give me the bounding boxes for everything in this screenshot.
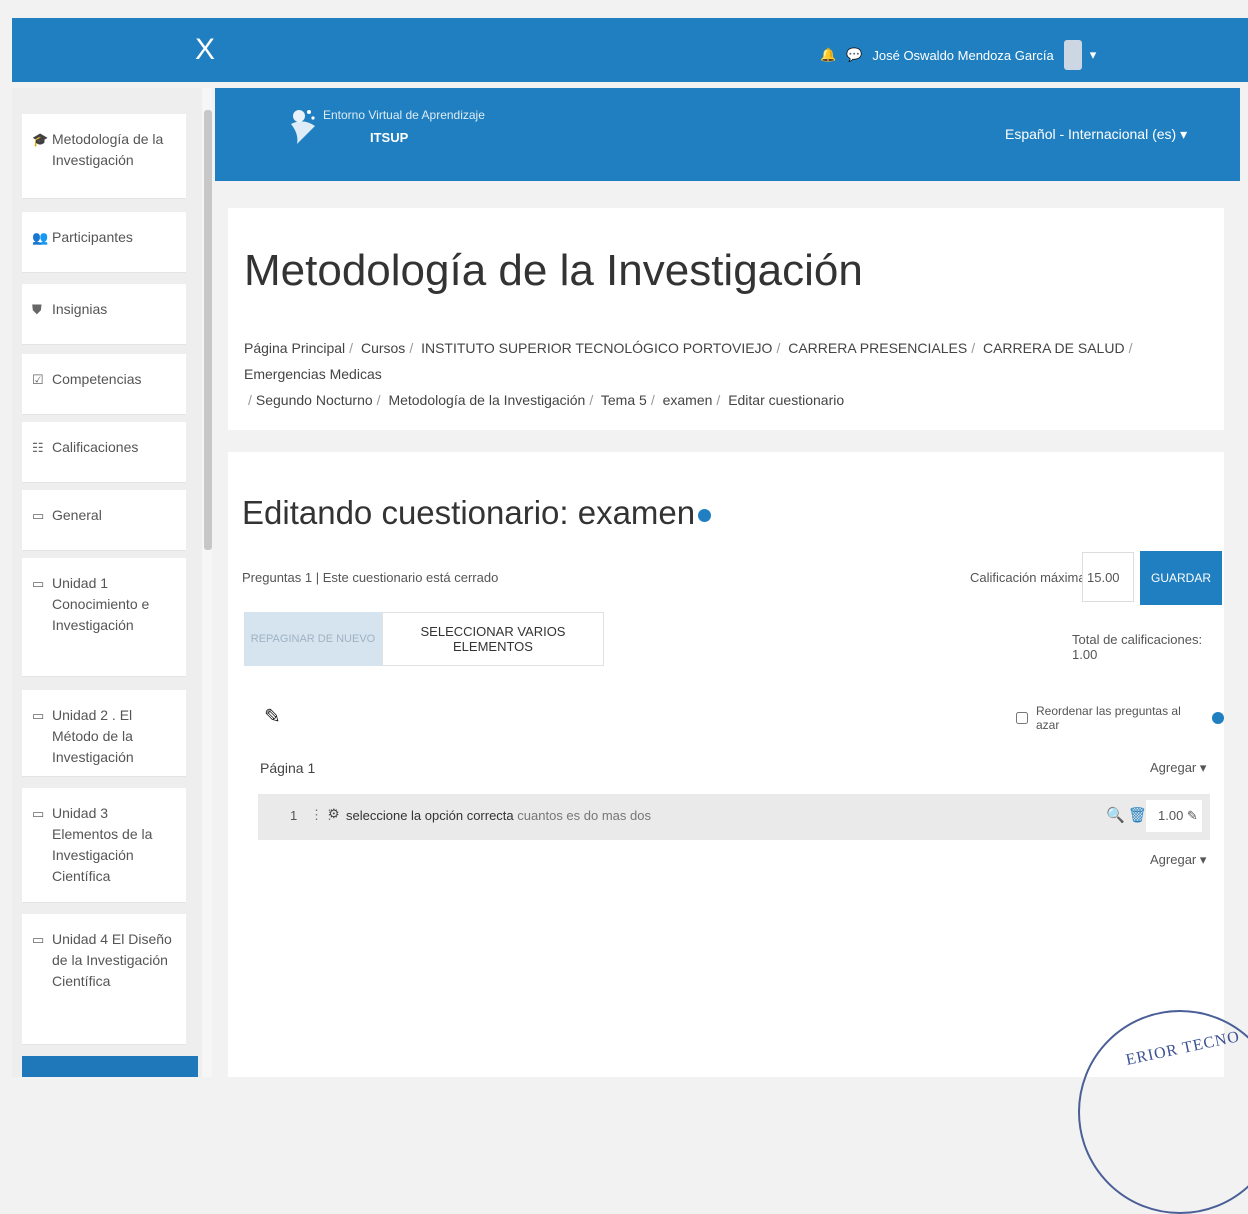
folder-icon: ▭ (32, 508, 45, 523)
users-icon: 👥 (32, 230, 49, 245)
sidebar-item-active[interactable] (22, 1056, 198, 1077)
question-body: cuantos es do mas dos (517, 808, 651, 823)
sidebar-item-label: Competencias (52, 371, 142, 387)
breadcrumb-item[interactable]: INSTITUTO SUPERIOR TECNOLÓGICO PORTOVIEJ… (421, 340, 772, 356)
sidebar-item-label: Unidad 3 Elementos de la Investigación C… (52, 805, 153, 884)
top-navbar: X 🔔 💬 José Oswaldo Mendoza García ▾ (12, 18, 1248, 82)
sidebar-item-label: General (52, 507, 102, 523)
sidebar-item-label: Unidad 2 . El Método de la Investigación (52, 707, 134, 765)
question-mark[interactable]: 1.00 ✎ (1146, 800, 1202, 832)
sidebar-item-badges[interactable]: ⛊ Insignias (22, 284, 186, 345)
checkmark-icon: ☑ (32, 372, 44, 387)
breadcrumb-item[interactable]: Metodología de la Investigación (388, 392, 585, 408)
site-logo-icon[interactable] (287, 106, 319, 146)
sidebar-item-label: Unidad 4 El Diseño de la Investigación C… (52, 931, 172, 989)
user-area: 🔔 💬 José Oswaldo Mendoza García ▾ (820, 40, 1096, 70)
sidebar-item-grades[interactable]: ☷ Calificaciones (22, 422, 186, 483)
breadcrumb-item[interactable]: Página Principal (244, 340, 345, 356)
breadcrumb-item[interactable]: Cursos (361, 340, 405, 356)
shield-icon: ⛊ (32, 302, 42, 317)
question-type-icon: ⚙ (328, 806, 340, 821)
help-icon[interactable] (698, 508, 712, 522)
repaginate-button: REPAGINAR DE NUEVO (244, 612, 382, 666)
breadcrumb-item[interactable]: Segundo Nocturno (256, 392, 373, 408)
question-mark-value: 1.00 (1158, 808, 1184, 823)
breadcrumb-item[interactable]: Tema 5 (601, 392, 647, 408)
question-name: seleccione la opción correcta (346, 808, 514, 823)
help-icon[interactable] (1212, 712, 1224, 724)
breadcrumb-item[interactable]: CARRERA DE SALUD (983, 340, 1125, 356)
sidebar-item-unit-3[interactable]: ▭ Unidad 3 Elementos de la Investigación… (22, 788, 186, 903)
question-text[interactable]: seleccione la opción correcta cuantos es… (346, 808, 651, 823)
notification-bell-icon[interactable]: 🔔 (820, 47, 836, 63)
delete-icon[interactable]: 🗑 (1128, 806, 1147, 824)
sidebar-item-label: Unidad 1 Conocimiento e Investigación (52, 575, 150, 633)
sidebar-item-label: Insignias (52, 301, 108, 317)
sidebar-item-label: Metodología de la Investigación (52, 131, 164, 168)
page-title: Metodología de la Investigación (244, 246, 863, 295)
question-row: 1 ⋮⋮ ⚙ seleccione la opción correcta cua… (258, 794, 1210, 840)
site-header: Entorno Virtual de Aprendizaje ITSUP Esp… (215, 88, 1240, 181)
quiz-status-info: Preguntas 1 | Este cuestionario está cer… (242, 570, 499, 585)
quiz-heading: Editando cuestionario: examen (242, 494, 712, 532)
sidebar-item-participants[interactable]: 👥 Participantes (22, 212, 186, 273)
breadcrumb-item: Editar cuestionario (728, 392, 845, 408)
add-menu-bottom[interactable]: Agregar ▾ (1150, 852, 1206, 868)
shuffle-questions[interactable]: Reordenar las preguntas al azar (1016, 704, 1224, 732)
page-label: Página 1 (260, 760, 316, 776)
quiz-heading-text: Editando cuestionario: examen (242, 494, 696, 531)
close-drawer-button[interactable]: X (195, 32, 215, 68)
sidebar-item-competencies[interactable]: ☑ Competencias (22, 354, 186, 415)
max-grade-label: Calificación máxima (970, 570, 1086, 585)
breadcrumb-item[interactable]: CARRERA PRESENCIALES (788, 340, 967, 356)
folder-icon: ▭ (32, 708, 45, 723)
table-icon: ☷ (32, 440, 44, 455)
edit-pencil-icon[interactable]: ✎ (264, 704, 281, 729)
course-nav-drawer: 🎓 Metodología de la Investigación 👥 Part… (12, 88, 202, 1077)
site-logo-name: ITSUP (370, 130, 409, 145)
max-grade-input[interactable] (1082, 552, 1134, 602)
graduation-cap-icon: 🎓 (32, 132, 49, 147)
add-menu-top[interactable]: Agregar ▾ (1150, 760, 1206, 776)
sidebar-item-unit-4[interactable]: ▭ Unidad 4 El Diseño de la Investigación… (22, 914, 186, 1045)
sidebar-item-unit-2[interactable]: ▭ Unidad 2 . El Método de la Investigaci… (22, 690, 186, 777)
site-logo-tagline: Entorno Virtual de Aprendizaje (323, 108, 485, 122)
folder-icon: ▭ (32, 932, 45, 947)
sidebar-item-general[interactable]: ▭ General (22, 490, 186, 551)
breadcrumb-item[interactable]: examen (663, 392, 713, 408)
sidebar-scrollbar[interactable] (204, 110, 212, 550)
sidebar-item-label: Calificaciones (52, 439, 139, 455)
question-number: 1 (290, 808, 298, 823)
avatar[interactable] (1063, 40, 1082, 70)
select-multiple-button[interactable]: SELECCIONAR VARIOS ELEMENTOS (382, 612, 604, 666)
shuffle-checkbox[interactable] (1016, 712, 1028, 724)
quiz-edit-region: Editando cuestionario: examen Preguntas … (228, 452, 1224, 1077)
breadcrumb-item[interactable]: Emergencias Medicas (244, 366, 382, 382)
folder-icon: ▭ (32, 806, 45, 821)
total-marks: Total de calificaciones: 1.00 (1072, 632, 1203, 662)
page-header: Metodología de la Investigación Página P… (228, 208, 1224, 430)
user-menu-caret-icon[interactable]: ▾ (1090, 47, 1097, 63)
save-max-grade-button[interactable]: GUARDAR (1140, 551, 1222, 605)
sidebar-item-course[interactable]: 🎓 Metodología de la Investigación (22, 114, 186, 199)
folder-icon: ▭ (32, 576, 45, 591)
sidebar-item-label: Participantes (52, 229, 133, 245)
messages-icon[interactable]: 💬 (846, 47, 862, 63)
sidebar-item-unit-1[interactable]: ▭ Unidad 1 Conocimiento e Investigación (22, 558, 186, 677)
shuffle-label: Reordenar las preguntas al azar (1036, 704, 1181, 732)
user-name[interactable]: José Oswaldo Mendoza García (872, 48, 1053, 63)
language-menu[interactable]: Español - Internacional (es) ▾ (1005, 126, 1187, 143)
breadcrumb: Página Principal / Cursos / INSTITUTO SUPE… (244, 340, 1133, 408)
preview-icon[interactable]: 🔍 (1106, 806, 1125, 824)
